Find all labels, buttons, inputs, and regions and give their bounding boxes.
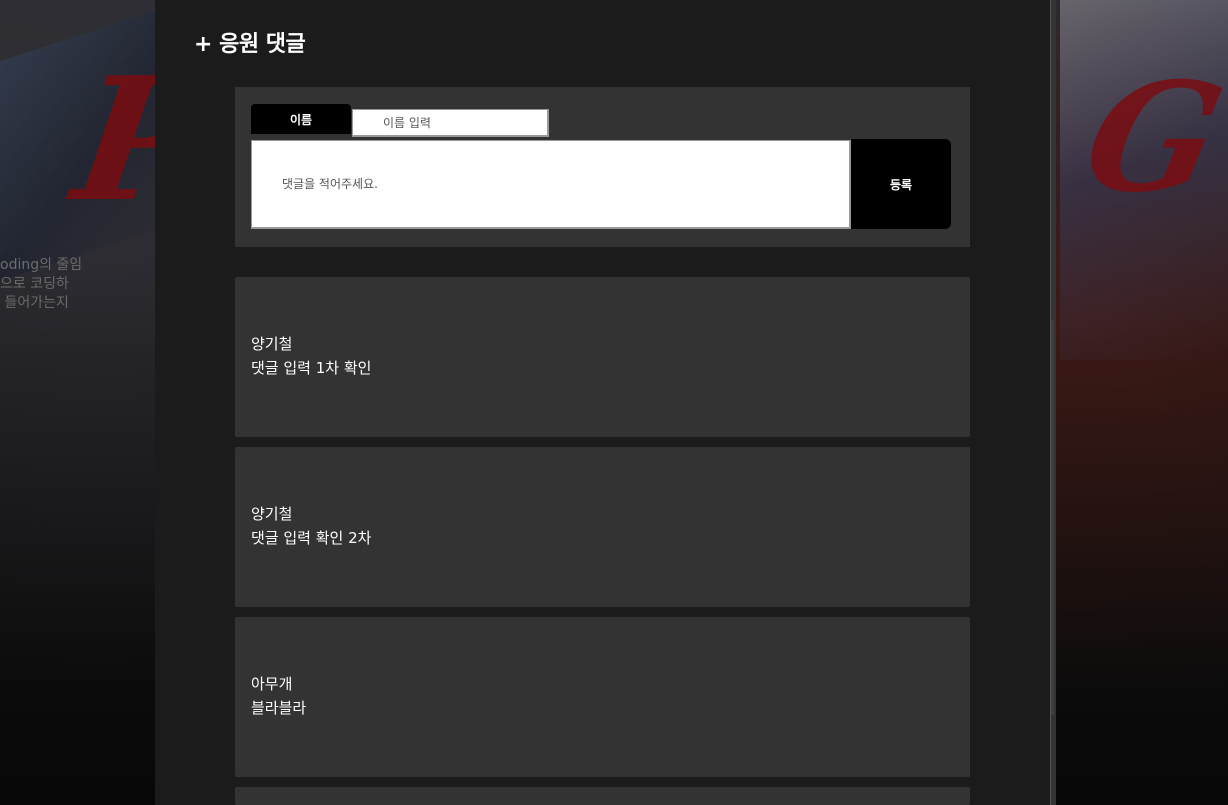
comment-text: 댓글 입력 확인 2차	[251, 529, 372, 547]
submit-button[interactable]: 등록	[851, 139, 951, 229]
scrollbar-thumb[interactable]	[1051, 320, 1054, 715]
comment-author: 양기철	[251, 505, 293, 523]
section-title: + 응원 댓글	[194, 32, 306, 57]
comment-text: 블라블라	[251, 699, 307, 717]
comment-author: 아무개	[251, 675, 293, 693]
comment-card: 양기철 댓글 입력 1차 확인	[235, 277, 970, 437]
comment-card-partial	[235, 787, 970, 805]
comment-text: 댓글 입력 1차 확인	[251, 359, 372, 377]
comment-author: 양기철	[251, 335, 293, 353]
comment-input[interactable]	[251, 140, 851, 229]
name-input[interactable]	[352, 109, 549, 137]
comment-card: 양기철 댓글 입력 확인 2차	[235, 447, 970, 607]
name-label: 이름	[251, 104, 351, 134]
comment-card: 아무개 블라블라	[235, 617, 970, 777]
background-blurred-text: oding의 줄임 으로 코딩하 들어가는지	[0, 257, 83, 311]
